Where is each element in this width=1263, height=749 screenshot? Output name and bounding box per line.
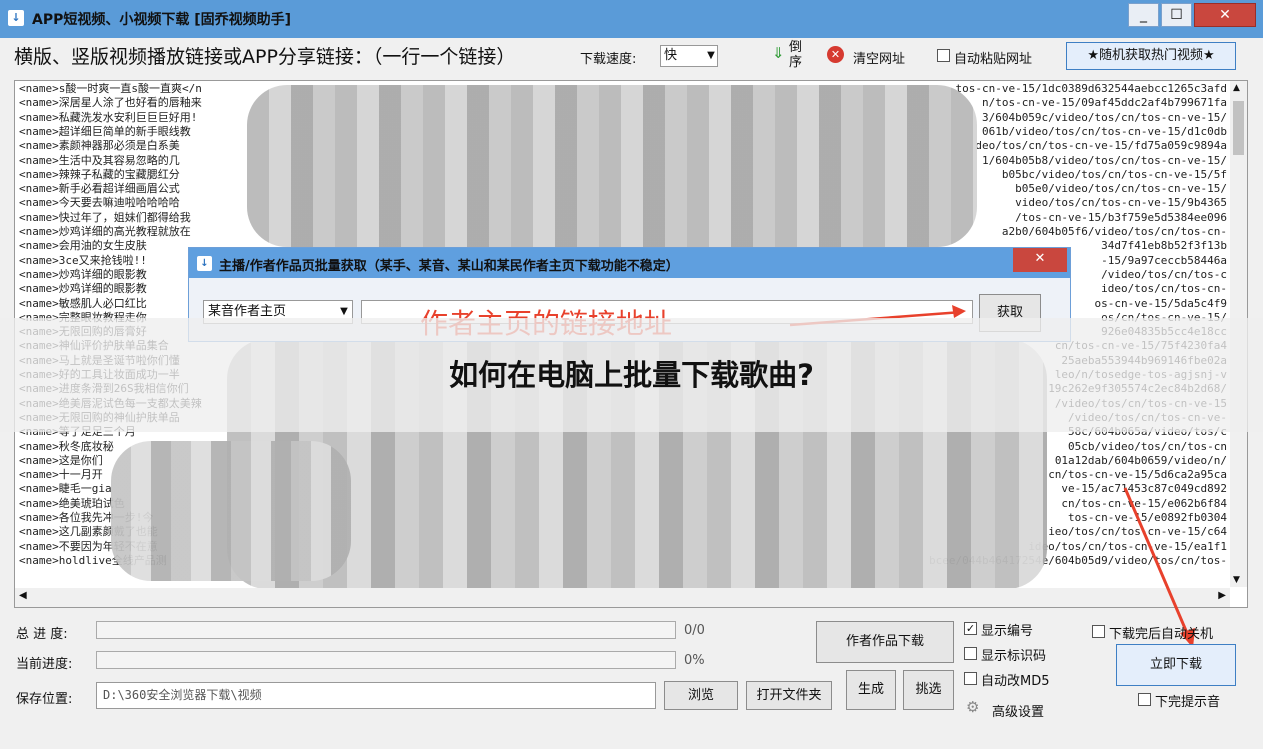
link-line: <name>会用油的女生皮肤 <box>19 239 147 253</box>
pixelated-region-top <box>247 85 977 247</box>
link-line-url: cn/tos-cn-ve-15/5d6ca2a95ca <box>1048 468 1227 482</box>
link-line: <name>私藏洗发水安利巨巨巨好用! <box>19 110 198 124</box>
link-line-url: ieo/tos/cn/tos-cn-ve-15/c64 <box>1048 525 1227 539</box>
link-line: <name>深居星人涂了也好看的唇釉来 <box>19 96 202 110</box>
link-line-url: tos-cn-ve-15/1dc0389d632544aebcc1265c3af… <box>955 82 1227 95</box>
link-line: <name>快过年了，姐妹们都得给我 <box>19 210 191 224</box>
show-number-checkbox[interactable]: ✓ <box>964 622 977 635</box>
link-line-url: tos-cn-ve-15/e0892fb0304 <box>1068 511 1227 524</box>
link-line-url: 01a12dab/604b0659/video/n/ <box>1054 453 1227 467</box>
save-path-input[interactable]: D:\360安全浏览器下载\视频 <box>96 682 656 709</box>
dialog-close-button[interactable]: ✕ <box>1013 248 1067 272</box>
auto-md5-checkbox[interactable] <box>964 672 977 685</box>
random-hot-video-button[interactable]: ★随机获取热门视频★ <box>1066 42 1236 70</box>
link-line-url: 061b/video/tos/cn/tos-cn-ve-15/d1c0db <box>981 124 1227 138</box>
link-line: <name>绝美琥珀试色 <box>19 496 125 510</box>
link-line-url: /video/tos/cn/tos-c <box>1101 267 1227 281</box>
dialog-app-icon: ↓ <box>197 256 212 271</box>
pick-button[interactable]: 挑选 <box>903 670 954 710</box>
show-id-checkbox[interactable] <box>964 647 977 660</box>
link-line-url: /tos-cn-ve-15/b3f759e5d5384ee096 <box>1015 210 1227 224</box>
generate-button[interactable]: 生成 <box>846 670 896 710</box>
banner-title: 如何在电脑上批量下载歌曲? <box>449 358 814 392</box>
link-line: <name>这是你们 <box>19 453 103 467</box>
link-line: <name>炒鸡详细的眼影教 <box>19 282 147 296</box>
link-line-url: 34d7f41eb8b52f3f13b <box>1101 239 1227 253</box>
link-line: <name>今天要去嘛迪啦哈哈哈哈 <box>19 196 180 210</box>
dialog-title: 主播/作者作品页批量获取（某手、某音、某山和某民作者主页下载功能不稳定） <box>219 259 679 274</box>
link-line-url: 1/604b05b8/video/tos/cn/tos-cn-ve-15/ <box>981 153 1227 167</box>
download-now-button[interactable]: 立即下载 <box>1116 644 1236 686</box>
horizontal-scrollbar[interactable]: ◀ ▶ <box>15 588 1230 607</box>
link-line: <name>素颜神器那必须是白系美 <box>19 139 180 153</box>
shutdown-checkbox[interactable] <box>1092 625 1105 638</box>
total-progress-label: 总 进 度: <box>16 627 68 642</box>
link-line-url: b05bc/video/tos/cn/tos-cn-ve-15/5f <box>1001 167 1227 181</box>
auto-md5-label: 自动改MD5 <box>981 674 1050 689</box>
link-line: <name>炒鸡详细的高光教程就放在 <box>19 225 191 238</box>
link-line-url: ideo/tos/cn/tos-cn-ve-15/ea1f1 <box>1028 539 1227 553</box>
link-line-url: cn/tos-cn-ve-15/e062b6f84 <box>1061 496 1227 510</box>
total-progress-bar <box>96 621 676 639</box>
scroll-thumb[interactable] <box>1233 101 1244 155</box>
link-line-url: ideo/tos/cn/tos-cn- <box>1101 282 1227 296</box>
show-number-label: 显示编号 <box>981 624 1034 639</box>
link-line: <name>超详细巨简单的新手眼线教 <box>19 124 191 138</box>
link-line: <name>秋冬底妆秘 <box>19 439 114 453</box>
notify-sound-label: 下完提示音 <box>1155 695 1221 710</box>
current-progress-value: 0% <box>684 653 705 668</box>
link-line: <name>炒鸡详细的眼影教 <box>19 267 147 281</box>
advanced-settings-link[interactable]: 高级设置 <box>992 701 1044 720</box>
sort-button[interactable]: 倒序 <box>789 40 805 70</box>
link-line-url: n/tos-cn-ve-15/09af45ddc2af4b799671fa <box>981 96 1227 110</box>
app-icon: ↓ <box>8 10 24 26</box>
current-progress-label: 当前进度: <box>16 657 73 672</box>
chevron-down-icon: ▼ <box>707 50 715 61</box>
link-line: <name>十一月开 <box>19 468 103 482</box>
scroll-right-icon[interactable]: ▶ <box>1218 590 1226 601</box>
open-folder-button[interactable]: 打开文件夹 <box>746 681 832 710</box>
link-line-url: a2b0/604b05f6/video/tos/cn/tos-cn- <box>1001 225 1227 238</box>
speed-label: 下载速度: <box>580 52 637 67</box>
link-line-url: 05cb/video/tos/cn/tos-cn <box>1068 439 1227 453</box>
window-title: APP短视频、小视频下载 [固乔视频助手] <box>32 12 292 28</box>
link-line: <name>3ce又来抢钱啦!! <box>19 253 147 267</box>
browse-button[interactable]: 浏览 <box>664 681 738 710</box>
link-line-url: os-cn-ve-15/5da5c4f9 <box>1094 296 1227 310</box>
show-id-label: 显示标识码 <box>981 649 1047 664</box>
link-line: <name>辣辣子私藏的宝藏腮红分 <box>19 167 180 181</box>
link-line-url: b05e0/video/tos/cn/tos-cn-ve-15/ <box>1015 182 1227 196</box>
total-progress-value: 0/0 <box>684 623 705 638</box>
link-line-url: 3/604b059c/video/tos/cn/tos-cn-ve-15/ <box>981 110 1227 124</box>
scroll-down-icon[interactable]: ▼ <box>1233 575 1240 585</box>
author-works-download-button[interactable]: 作者作品下载 <box>816 621 954 663</box>
pixelated-region-left <box>111 441 351 581</box>
link-line: <name>新手必看超详细画眉公式 <box>19 182 180 196</box>
link-line: <name>s酸一时爽一直s酸一直爽</n <box>19 82 202 95</box>
autopaste-checkbox[interactable] <box>937 49 950 62</box>
shutdown-label: 下载完后自动关机 <box>1109 627 1214 642</box>
link-line: <name>睫毛一gia <box>19 482 112 496</box>
autopaste-label: 自动粘贴网址 <box>954 52 1033 67</box>
sort-arrow-icon: ⇓ <box>772 44 785 62</box>
notify-sound-checkbox[interactable] <box>1138 693 1151 706</box>
minimize-button[interactable]: _ <box>1128 3 1159 27</box>
instruction-label: 横版、竖版视频播放链接或APP分享链接：（一行一个链接） <box>14 46 516 68</box>
close-button[interactable]: ✕ <box>1194 3 1256 27</box>
link-line: <name>生活中及其容易忽略的几 <box>19 153 180 167</box>
maximize-button[interactable]: ☐ <box>1161 3 1192 27</box>
save-location-label: 保存位置: <box>16 692 73 707</box>
link-line-url: ve-15/ac71453c87c049cd892 <box>1061 482 1227 496</box>
link-line-url: -15/9a97ceccb58446a <box>1101 253 1227 267</box>
link-line-url: video/tos/cn/tos-cn-ve-15/9b4365 <box>1015 196 1227 210</box>
clear-icon: ✕ <box>827 46 844 63</box>
link-line-url: deo/tos/cn/tos-cn-ve-15/fd75a059c9894a <box>975 139 1227 153</box>
scroll-left-icon[interactable]: ◀ <box>19 590 27 601</box>
link-line: <name>敏感肌人必口红比 <box>19 296 147 310</box>
scroll-up-icon[interactable]: ▲ <box>1233 83 1240 93</box>
gear-icon[interactable]: ⚙ <box>966 698 979 716</box>
clear-urls-button[interactable]: 清空网址 <box>853 48 905 67</box>
current-progress-bar <box>96 651 676 669</box>
